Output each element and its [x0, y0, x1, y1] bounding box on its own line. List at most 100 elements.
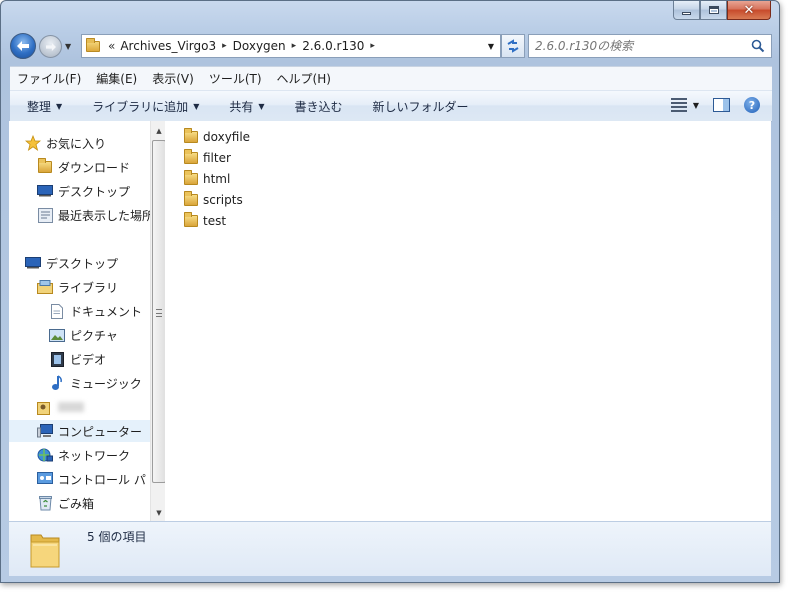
folder-icon: [86, 37, 100, 52]
control-panel-icon: [37, 471, 53, 487]
search-icon[interactable]: [751, 39, 765, 53]
address-bar[interactable]: « Archives_Virgo3 ▸ Doxygen ▸ 2.6.0.r130…: [81, 34, 501, 58]
recent-places-icon: [37, 207, 53, 223]
list-item[interactable]: filter: [184, 148, 231, 168]
new-folder-button[interactable]: 新しいフォルダー: [373, 98, 469, 115]
nav-network[interactable]: ネットワーク: [37, 444, 130, 466]
nav-control-panel[interactable]: コントロール パ: [37, 468, 146, 490]
share-button[interactable]: 共有 ▼: [229, 98, 264, 115]
star-icon: [25, 135, 41, 151]
large-folder-icon: [30, 534, 60, 568]
menu-edit[interactable]: 編集(E): [96, 70, 137, 87]
item-count: 5 個の項目: [87, 530, 147, 544]
preview-pane-icon[interactable]: [713, 98, 730, 112]
menu-tools[interactable]: ツール(T): [209, 70, 262, 87]
nav-desktop-label: デスクトップ: [46, 256, 119, 271]
minimize-icon: [682, 11, 691, 15]
scroll-down-arrow-icon[interactable]: ▼: [151, 505, 165, 521]
file-name: doxyfile: [203, 130, 251, 144]
nav-pictures[interactable]: ピクチャ: [49, 324, 118, 346]
blurred-username: [58, 402, 84, 412]
navigation-pane: お気に入り ダウンロード デスクトップ 最近表示した場所 デスクトップ ライブラ…: [9, 121, 165, 521]
breadcrumb-current[interactable]: 2.6.0.r130: [302, 39, 364, 53]
breadcrumb-separator-icon[interactable]: ▸: [222, 41, 227, 51]
navigation-row: ▼ « Archives_Virgo3 ▸ Doxygen ▸ 2.6.0.r1…: [1, 29, 779, 65]
add-to-library-label: ライブラリに追加: [92, 99, 189, 114]
computer-icon: [37, 423, 53, 439]
command-bar-right: ▼ ?: [670, 97, 760, 113]
refresh-button[interactable]: [501, 34, 525, 58]
breadcrumb-separator-icon[interactable]: ▸: [292, 41, 297, 51]
nav-recent-places-label: 最近表示した場所: [58, 208, 155, 223]
close-icon: ✕: [743, 2, 755, 18]
search-input[interactable]: [535, 36, 745, 56]
nav-music[interactable]: ミュージック: [49, 372, 142, 394]
nav-documents[interactable]: ドキュメント: [49, 300, 142, 322]
nav-control-panel-label: コントロール パ: [58, 472, 146, 487]
forward-button[interactable]: [39, 35, 62, 58]
chevron-down-icon: ▼: [258, 101, 265, 111]
navigation-scrollbar[interactable]: ▲ ▼: [150, 121, 165, 521]
user-folder-icon: [37, 399, 53, 415]
file-name: scripts: [203, 193, 243, 207]
desktop-icon: [37, 183, 53, 199]
nav-recent-places[interactable]: 最近表示した場所: [37, 204, 154, 226]
pictures-icon: [49, 327, 65, 343]
nav-videos-label: ビデオ: [70, 352, 107, 367]
menu-view[interactable]: 表示(V): [152, 70, 194, 87]
nav-network-label: ネットワーク: [58, 448, 131, 463]
add-to-library-button[interactable]: ライブラリに追加 ▼: [92, 98, 199, 115]
nav-recycle-bin[interactable]: ごみ箱: [37, 492, 94, 514]
video-icon: [49, 351, 65, 367]
file-name: test: [203, 214, 227, 228]
nav-favorites[interactable]: お気に入り: [25, 132, 106, 154]
nav-desktop-favorite[interactable]: デスクトップ: [37, 180, 130, 202]
nav-favorites-label: お気に入り: [46, 136, 107, 151]
change-view-button[interactable]: ▼: [670, 98, 699, 112]
close-button[interactable]: ✕: [727, 1, 771, 20]
organize-button[interactable]: 整理 ▼: [27, 98, 62, 115]
back-button[interactable]: [10, 33, 36, 59]
breadcrumb-doxygen[interactable]: Doxygen: [233, 39, 286, 53]
minimize-button[interactable]: [673, 1, 700, 20]
menu-file[interactable]: ファイル(F): [17, 70, 81, 87]
nav-downloads[interactable]: ダウンロード: [37, 156, 130, 178]
nav-desktop[interactable]: デスクトップ: [25, 252, 118, 274]
nav-computer-label: コンピューター: [58, 424, 143, 439]
breadcrumb-separator-icon[interactable]: ▸: [370, 41, 375, 51]
content-area: お気に入り ダウンロード デスクトップ 最近表示した場所 デスクトップ ライブラ…: [9, 121, 771, 521]
overflow-chevron-icon[interactable]: «: [108, 39, 115, 53]
music-note-icon: [49, 375, 65, 391]
nav-computer[interactable]: コンピューター: [9, 420, 150, 442]
folder-icon: [184, 149, 198, 164]
scroll-up-arrow-icon[interactable]: ▲: [151, 123, 165, 139]
folder-icon: [184, 191, 198, 206]
recent-pages-dropdown[interactable]: ▼: [65, 42, 71, 51]
details-pane: 5 個の項目: [9, 521, 771, 576]
breadcrumb-archives[interactable]: Archives_Virgo3: [120, 39, 216, 53]
list-item[interactable]: scripts: [184, 190, 243, 210]
list-item[interactable]: test: [184, 211, 226, 231]
nav-user-folder[interactable]: [37, 396, 84, 418]
help-icon[interactable]: ?: [744, 97, 760, 113]
list-item[interactable]: html: [184, 169, 230, 189]
nav-videos[interactable]: ビデオ: [49, 348, 106, 370]
search-box[interactable]: [528, 34, 772, 58]
file-name: filter: [203, 151, 231, 165]
forward-arrow-icon: [45, 42, 56, 51]
pane-splitter[interactable]: [166, 121, 168, 521]
nav-libraries[interactable]: ライブラリ: [37, 276, 118, 298]
list-item[interactable]: doxyfile: [184, 127, 250, 147]
desktop-icon: [25, 255, 41, 271]
command-bar: 整理 ▼ ライブラリに追加 ▼ 共有 ▼ 書き込む 新しいフォルダー ▼ ?: [10, 90, 772, 122]
libraries-icon: [37, 279, 53, 295]
folder-icon: [184, 128, 198, 143]
burn-button[interactable]: 書き込む: [295, 98, 343, 115]
caption-buttons: ✕: [673, 1, 771, 21]
maximize-button[interactable]: [700, 1, 727, 20]
scrollbar-thumb[interactable]: [152, 140, 165, 483]
nav-desktop-favorite-label: デスクトップ: [58, 184, 131, 199]
address-dropdown-button[interactable]: ▼: [482, 35, 500, 57]
menu-help[interactable]: ヘルプ(H): [277, 70, 331, 87]
maximize-icon: [708, 6, 719, 14]
